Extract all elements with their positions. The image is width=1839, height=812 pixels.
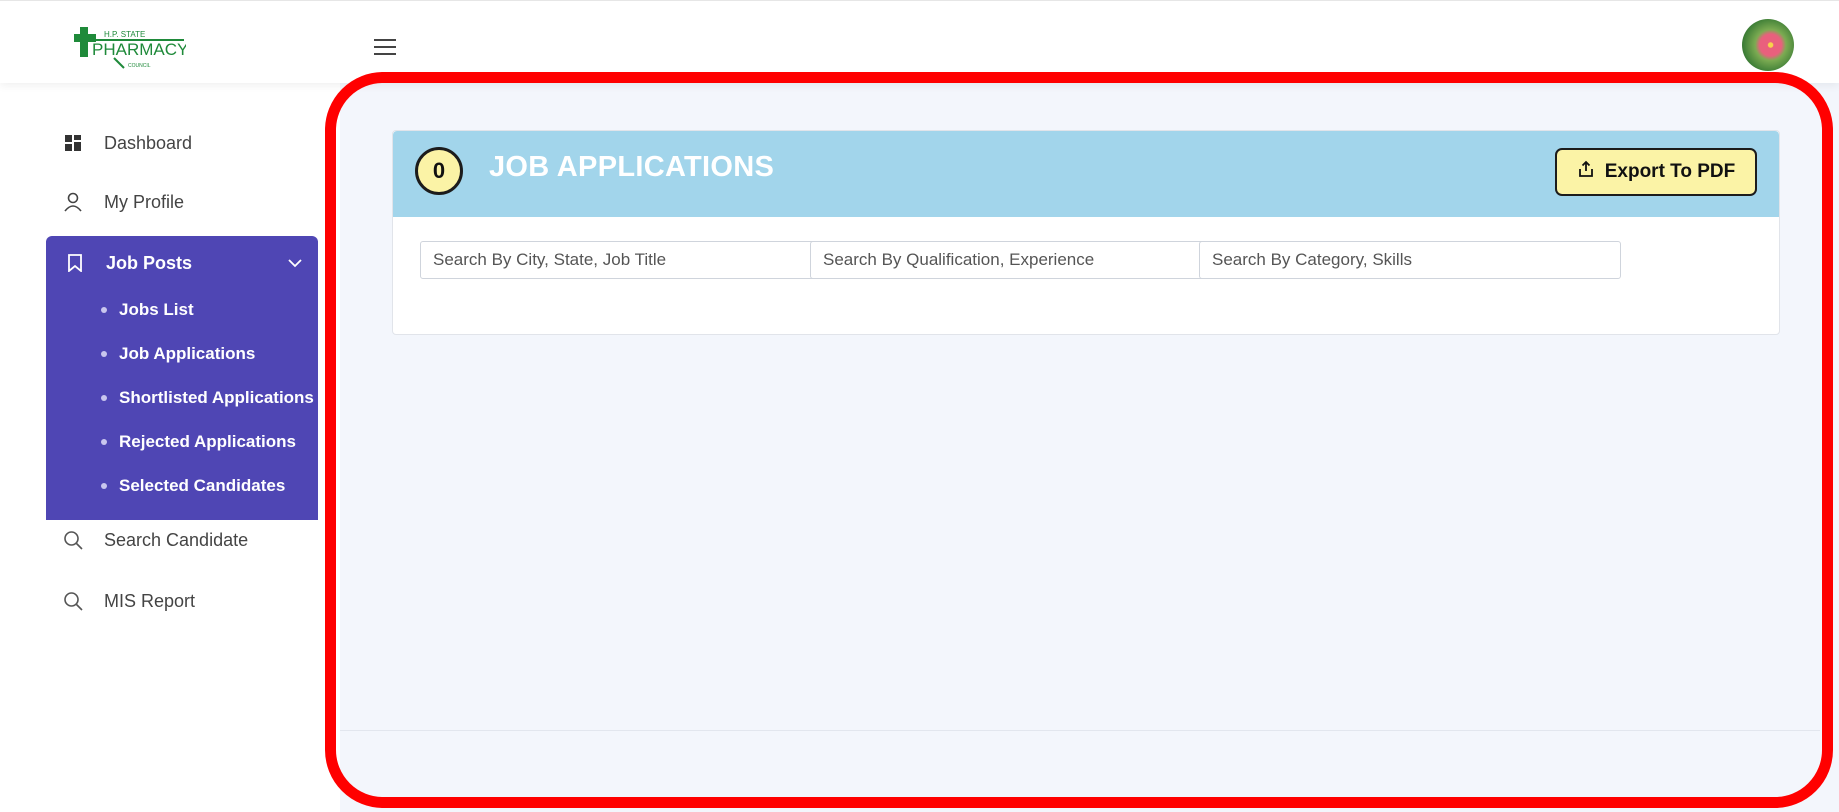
- svg-text:H.P. STATE: H.P. STATE: [104, 30, 145, 39]
- sidebar-item-dashboard[interactable]: Dashboard: [62, 128, 192, 158]
- svg-text:COUNCIL: COUNCIL: [128, 63, 151, 69]
- bullet-icon: [101, 439, 107, 445]
- bullet-icon: [101, 483, 107, 489]
- sidebar-item-job-posts[interactable]: Job Posts: [64, 248, 304, 278]
- sidebar-subitem-job-applications[interactable]: Job Applications: [101, 340, 255, 368]
- sidebar-item-label: My Profile: [104, 191, 185, 212]
- sidebar-item-label: Search Candidate: [104, 529, 249, 550]
- sidebar-group-job-posts: Job Posts Jobs List Job Applications Sho…: [46, 236, 318, 520]
- search-icon: [62, 529, 84, 551]
- sidebar-subitem-rejected-applications[interactable]: Rejected Applications: [101, 428, 296, 456]
- sidebar-subitem-label: Selected Candidates: [119, 476, 286, 495]
- top-bar: H.P. STATE PHARMACY COUNCIL: [0, 0, 1839, 83]
- sidebar-item-label: MIS Report: [104, 590, 196, 611]
- highlight-annotation: [325, 72, 1833, 808]
- sidebar-item-search-candidate[interactable]: Search Candidate: [62, 525, 248, 555]
- search-icon: [62, 590, 84, 612]
- sidebar-subitem-label: Jobs List: [119, 300, 194, 319]
- svg-text:PHARMACY: PHARMACY: [92, 40, 186, 59]
- sidebar-subitem-label: Job Applications: [119, 344, 256, 363]
- sidebar-item-mis-report[interactable]: MIS Report: [62, 586, 195, 616]
- bookmark-icon: [64, 252, 86, 274]
- sidebar-subitem-shortlisted-applications[interactable]: Shortlisted Applications: [101, 384, 314, 412]
- sidebar-subitem-jobs-list[interactable]: Jobs List: [101, 296, 194, 324]
- sidebar-subitem-selected-candidates[interactable]: Selected Candidates: [101, 472, 285, 500]
- bullet-icon: [101, 395, 107, 401]
- sidebar-item-label: Job Posts: [106, 252, 193, 273]
- menu-toggle-button[interactable]: [374, 39, 400, 59]
- user-icon: [62, 191, 84, 213]
- pharmacy-council-logo[interactable]: H.P. STATE PHARMACY COUNCIL: [74, 25, 188, 71]
- dashboard-icon: [62, 132, 84, 154]
- sidebar: Dashboard My Profile Job Posts Jobs List…: [0, 82, 340, 812]
- sidebar-item-my-profile[interactable]: My Profile: [62, 187, 184, 217]
- sidebar-subitem-label: Rejected Applications: [119, 432, 296, 451]
- bullet-icon: [101, 307, 107, 313]
- sidebar-subitem-label: Shortlisted Applications: [119, 388, 314, 407]
- chevron-down-icon[interactable]: [286, 254, 304, 272]
- user-avatar[interactable]: [1742, 19, 1794, 71]
- bullet-icon: [101, 351, 107, 357]
- sidebar-item-label: Dashboard: [104, 132, 193, 153]
